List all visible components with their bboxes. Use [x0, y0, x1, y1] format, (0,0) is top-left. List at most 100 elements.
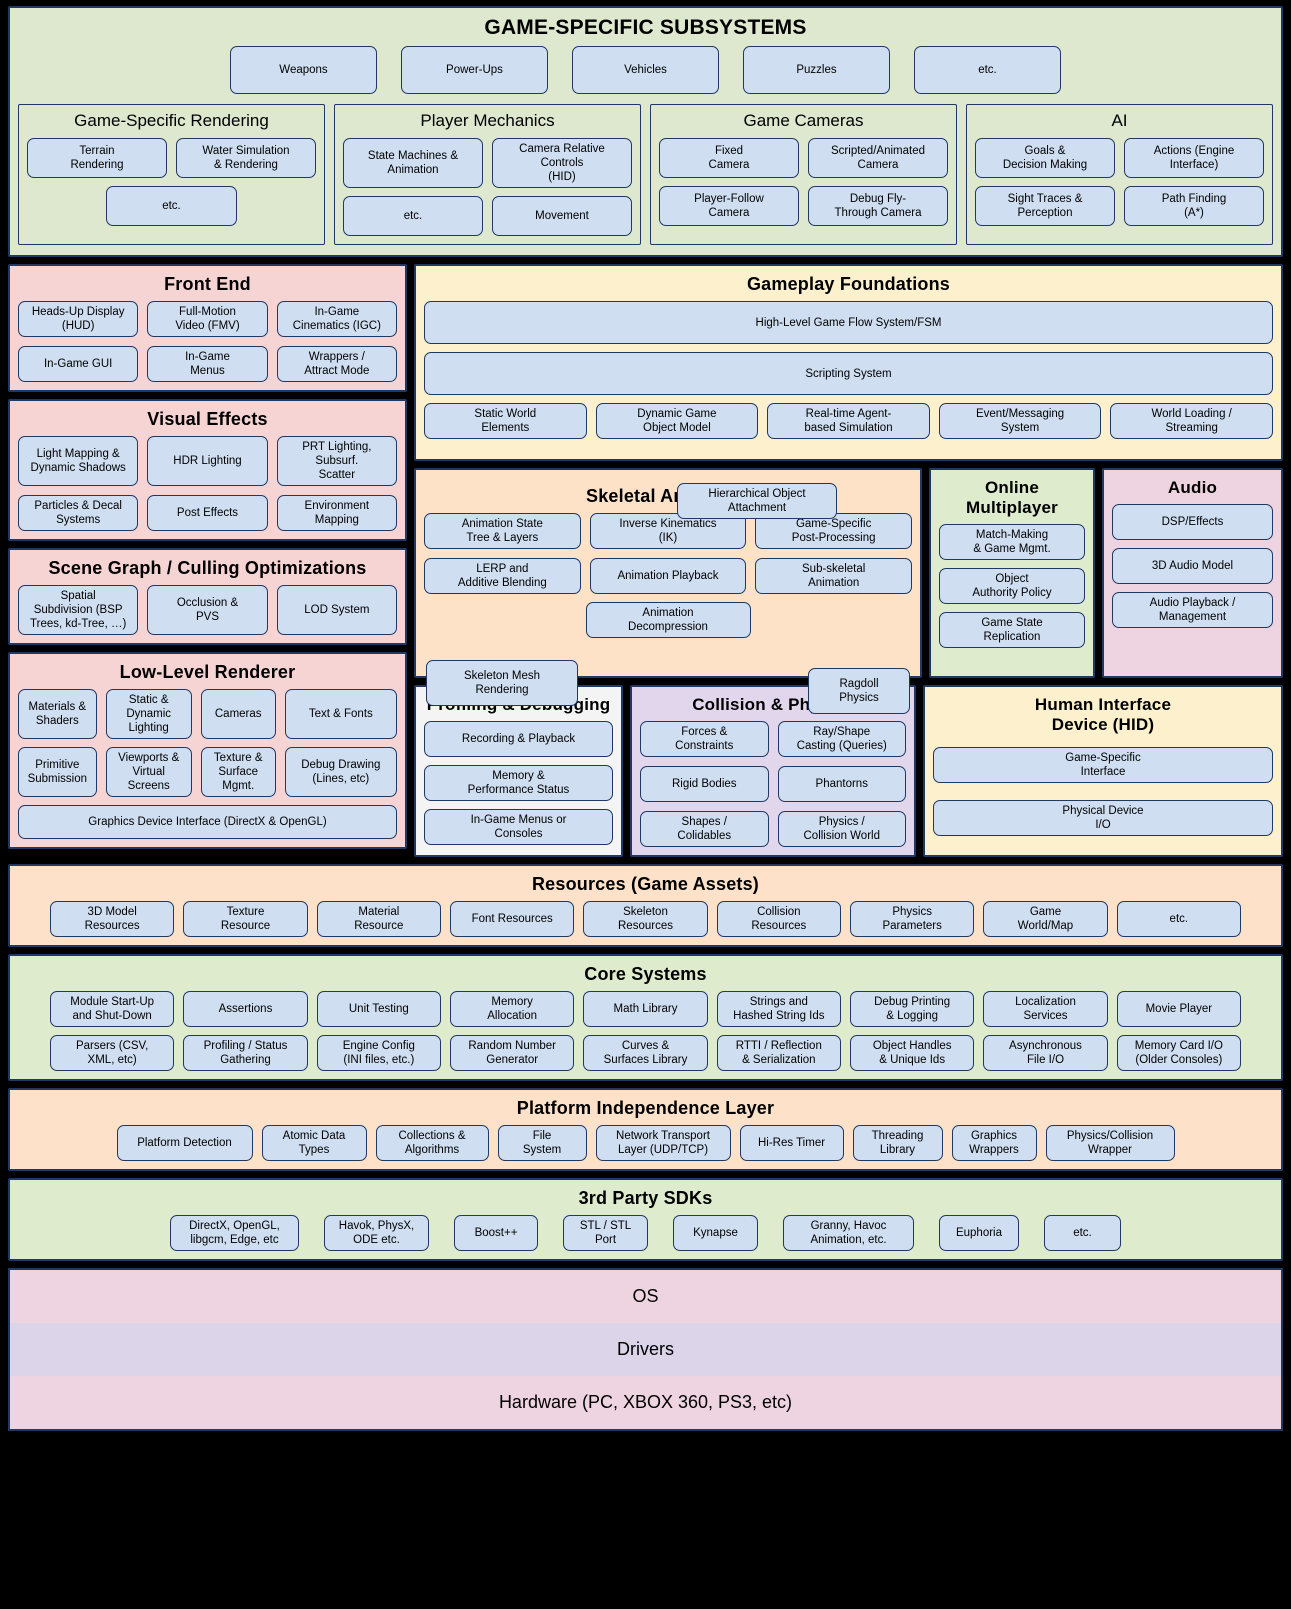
collision-item[interactable]: Shapes / Colidables	[640, 811, 769, 848]
hid-item[interactable]: Game-Specific Interface	[933, 747, 1273, 784]
sdk-item[interactable]: etc.	[1044, 1215, 1121, 1252]
core-system-item[interactable]: Random Number Generator	[450, 1035, 575, 1072]
gss-top-item[interactable]: etc.	[914, 46, 1061, 94]
sdk-item[interactable]: Havok, PhysX, ODE etc.	[324, 1215, 429, 1252]
core-system-item[interactable]: RTTI / Reflection & Serialization	[716, 1035, 841, 1072]
gameplay-item[interactable]: Real-time Agent- based Simulation	[767, 403, 930, 440]
resource-item[interactable]: Texture Resource	[183, 901, 308, 938]
core-system-item[interactable]: Asynchronous File I/O	[983, 1035, 1108, 1072]
skeleton-mesh-rendering-box[interactable]: Skeleton Mesh Rendering	[426, 660, 578, 707]
skeletal-item[interactable]: LERP and Additive Blending	[424, 558, 581, 595]
llr-item[interactable]: Static & Dynamic Lighting	[105, 689, 192, 740]
visual-effects-item[interactable]: PRT Lighting, Subsurf. Scatter	[276, 436, 397, 487]
resource-item[interactable]: Collision Resources	[716, 901, 841, 938]
panel-item[interactable]: Path Finding (A*)	[1124, 186, 1264, 226]
resource-item[interactable]: 3D Model Resources	[50, 901, 175, 938]
front-end-item[interactable]: Full-Motion Video (FMV)	[147, 301, 268, 338]
collision-item[interactable]: Phantorns	[777, 766, 906, 803]
multiplayer-item[interactable]: Game State Replication	[939, 612, 1085, 649]
gameplay-banner[interactable]: Scripting System	[424, 352, 1273, 396]
llr-item[interactable]: Text & Fonts	[284, 689, 397, 740]
visual-effects-item[interactable]: Light Mapping & Dynamic Shadows	[18, 436, 139, 487]
visual-effects-item[interactable]: Post Effects	[147, 495, 268, 532]
front-end-item[interactable]: In-Game Cinematics (IGC)	[276, 301, 397, 338]
ragdoll-physics-box[interactable]: Ragdoll Physics	[808, 668, 910, 715]
hid-item[interactable]: Physical Device I/O	[933, 800, 1273, 837]
core-system-item[interactable]: Engine Config (INI files, etc.)	[316, 1035, 441, 1072]
gss-top-item[interactable]: Weapons	[230, 46, 377, 94]
profiling-item[interactable]: In-Game Menus or Consoles	[424, 809, 613, 846]
collision-item[interactable]: Forces & Constraints	[640, 721, 769, 758]
multiplayer-item[interactable]: Match-Making & Game Mgmt.	[939, 524, 1085, 561]
pil-item[interactable]: Hi-Res Timer	[739, 1125, 844, 1162]
pil-item[interactable]: Atomic Data Types	[261, 1125, 367, 1162]
multiplayer-item[interactable]: Object Authority Policy	[939, 568, 1085, 605]
core-system-item[interactable]: Memory Card I/O (Older Consoles)	[1116, 1035, 1241, 1072]
audio-item[interactable]: DSP/Effects	[1112, 504, 1273, 541]
panel-item[interactable]: State Machines & Animation	[343, 138, 483, 189]
scene-graph-item[interactable]: LOD System	[276, 585, 397, 636]
collision-item[interactable]: Physics / Collision World	[777, 811, 906, 848]
panel-item[interactable]: etc.	[343, 196, 483, 237]
profiling-item[interactable]: Memory & Performance Status	[424, 765, 613, 802]
hierarchical-object-attachment-box[interactable]: Hierarchical Object Attachment	[677, 483, 837, 520]
pil-item[interactable]: Collections & Algorithms	[375, 1125, 489, 1162]
pil-item[interactable]: Network Transport Layer (UDP/TCP)	[595, 1125, 731, 1162]
resource-item[interactable]: Physics Parameters	[850, 901, 975, 938]
front-end-item[interactable]: Wrappers / Attract Mode	[276, 346, 397, 383]
panel-item[interactable]: etc.	[106, 186, 237, 226]
sdk-item[interactable]: Boost++	[454, 1215, 538, 1252]
audio-item[interactable]: Audio Playback / Management	[1112, 592, 1273, 629]
sdk-item[interactable]: Euphoria	[939, 1215, 1019, 1252]
core-system-item[interactable]: Unit Testing	[316, 991, 441, 1028]
skeletal-item[interactable]: Sub-skeletal Animation	[755, 558, 912, 595]
resource-item[interactable]: Game World/Map	[983, 901, 1108, 938]
core-system-item[interactable]: Assertions	[183, 991, 308, 1028]
panel-item[interactable]: Goals & Decision Making	[975, 138, 1115, 178]
core-system-item[interactable]: Localization Services	[983, 991, 1108, 1028]
skeletal-item[interactable]: Animation State Tree & Layers	[424, 513, 581, 550]
gameplay-item[interactable]: World Loading / Streaming	[1110, 403, 1273, 440]
gameplay-item[interactable]: Event/Messaging System	[938, 403, 1102, 440]
panel-item[interactable]: Debug Fly- Through Camera	[808, 186, 948, 226]
collision-item[interactable]: Ray/Shape Casting (Queries)	[777, 721, 906, 758]
core-system-item[interactable]: Curves & Surfaces Library	[583, 1035, 708, 1072]
graphics-device-interface[interactable]: Graphics Device Interface (DirectX & Ope…	[18, 805, 397, 840]
visual-effects-item[interactable]: HDR Lighting	[147, 436, 268, 487]
scene-graph-item[interactable]: Spatial Subdivision (BSP Trees, kd-Tree,…	[18, 585, 139, 636]
profiling-item[interactable]: Recording & Playback	[424, 721, 613, 758]
gss-top-item[interactable]: Puzzles	[743, 46, 890, 94]
visual-effects-item[interactable]: Particles & Decal Systems	[18, 495, 139, 532]
core-system-item[interactable]: Memory Allocation	[450, 991, 575, 1028]
resource-item[interactable]: Skeleton Resources	[583, 901, 708, 938]
panel-item[interactable]: Fixed Camera	[659, 138, 799, 178]
front-end-item[interactable]: In-Game GUI	[18, 346, 139, 383]
core-system-item[interactable]: Debug Printing & Logging	[850, 991, 975, 1028]
visual-effects-item[interactable]: Environment Mapping	[276, 495, 397, 532]
sdk-item[interactable]: STL / STL Port	[563, 1215, 648, 1252]
panel-item[interactable]: Movement	[492, 196, 632, 237]
resource-item[interactable]: Font Resources	[450, 901, 575, 938]
core-system-item[interactable]: Parsers (CSV, XML, etc)	[50, 1035, 175, 1072]
pil-item[interactable]: Graphics Wrappers	[951, 1125, 1037, 1162]
scene-graph-item[interactable]: Occlusion & PVS	[147, 585, 268, 636]
animation-decompression[interactable]: Animation Decompression	[585, 602, 751, 639]
llr-item[interactable]: Debug Drawing (Lines, etc)	[284, 747, 397, 798]
collision-item[interactable]: Rigid Bodies	[640, 766, 769, 803]
panel-item[interactable]: Player-Follow Camera	[659, 186, 799, 226]
core-system-item[interactable]: Profiling / Status Gathering	[183, 1035, 308, 1072]
resource-item[interactable]: etc.	[1116, 901, 1241, 938]
llr-item[interactable]: Texture & Surface Mgmt.	[200, 747, 276, 798]
front-end-item[interactable]: In-Game Menus	[147, 346, 268, 383]
skeletal-item[interactable]: Animation Playback	[589, 558, 747, 595]
core-system-item[interactable]: Movie Player	[1116, 991, 1241, 1028]
pil-item[interactable]: File System	[497, 1125, 587, 1162]
llr-item[interactable]: Viewports & Virtual Screens	[105, 747, 192, 798]
pil-item[interactable]: Threading Library	[852, 1125, 943, 1162]
core-system-item[interactable]: Module Start-Up and Shut-Down	[50, 991, 175, 1028]
llr-item[interactable]: Materials & Shaders	[18, 689, 97, 740]
pil-item[interactable]: Platform Detection	[116, 1125, 253, 1162]
gss-top-item[interactable]: Vehicles	[572, 46, 719, 94]
panel-item[interactable]: Water Simulation & Rendering	[176, 138, 316, 178]
panel-item[interactable]: Scripted/Animated Camera	[808, 138, 948, 178]
